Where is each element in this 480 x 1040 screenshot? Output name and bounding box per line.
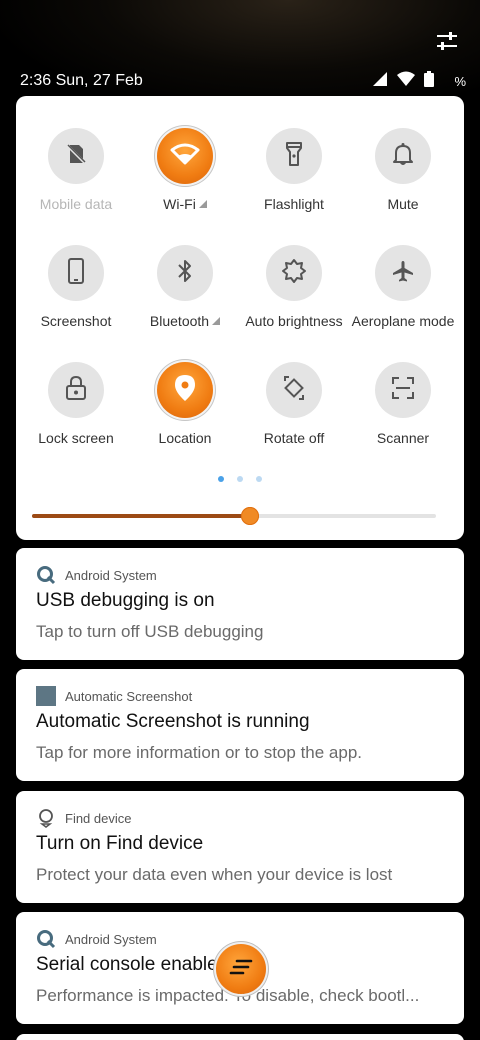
notification-body: Tap to turn off USB debugging [36, 622, 264, 641]
status-time-date: 2:36 Sun, 27 Feb [20, 72, 143, 89]
notification-app-name: Android System [65, 931, 157, 947]
tile-wifi-label: Wi-Fi [163, 196, 196, 212]
tile-rotate-off[interactable]: Rotate off [239, 362, 349, 462]
signal-strength-icon [198, 200, 207, 208]
tile-wifi[interactable]: Wi-Fi [130, 128, 240, 228]
rotate-icon [281, 375, 307, 406]
brightness-slider[interactable] [32, 507, 436, 525]
flashlight-icon [284, 141, 304, 172]
tile-mobile-data-button[interactable] [48, 128, 104, 184]
tile-rotate-off-button[interactable] [266, 362, 322, 418]
notification-next-partial[interactable] [16, 1034, 464, 1040]
tile-bluetooth-button[interactable] [157, 245, 213, 301]
status-icons: % [372, 71, 466, 92]
tile-aeroplane-mode[interactable]: Aeroplane mode [348, 245, 458, 345]
tile-aeroplane-mode-button[interactable] [375, 245, 431, 301]
no-sim-icon [64, 142, 88, 171]
notification-body: Protect your data even when your device … [36, 865, 393, 884]
notification-header: Automatic Screenshot [36, 686, 193, 706]
status-bar: 2:36 Sun, 27 Feb % [0, 68, 480, 94]
wifi-icon [396, 71, 416, 92]
page-indicator [16, 476, 464, 482]
bluetooth-icon [176, 258, 194, 289]
notification-app-name: Find device [65, 810, 132, 826]
notification-title: USB debugging is on [36, 590, 215, 611]
menu-lines-icon [228, 957, 254, 982]
battery-percent: % [454, 74, 466, 89]
notification-find-device[interactable]: Find device Turn on Find device Protect … [16, 791, 464, 903]
brightness-slider-fill [32, 514, 251, 518]
android-system-icon [36, 565, 56, 585]
page-dot-2[interactable] [237, 476, 243, 482]
signal-strength-icon [212, 317, 221, 325]
tile-location[interactable]: Location [130, 362, 240, 462]
notification-header: Find device [36, 808, 132, 828]
airplane-icon [391, 259, 415, 288]
notification-title: Turn on Find device [36, 833, 204, 854]
brightness-slider-thumb[interactable] [241, 507, 260, 525]
brightness-icon [281, 258, 307, 289]
page-dot-1[interactable] [218, 476, 224, 482]
notification-app-name: Android System [65, 567, 157, 583]
notification-usb-debugging[interactable]: Android System USB debugging is on Tap t… [16, 548, 464, 660]
find-device-icon [36, 808, 56, 828]
tile-lock-screen-button[interactable] [48, 362, 104, 418]
tile-screenshot[interactable]: Screenshot [21, 245, 131, 345]
tile-lock-screen[interactable]: Lock screen [21, 362, 131, 462]
tile-mute-button[interactable] [375, 128, 431, 184]
tile-location-button[interactable] [157, 362, 213, 418]
location-pin-icon [174, 374, 196, 407]
tile-mute-label: Mute [387, 196, 419, 212]
tile-scanner-label: Scanner [376, 430, 430, 446]
tile-flashlight[interactable]: Flashlight [239, 128, 349, 228]
battery-icon [424, 71, 435, 92]
tile-mobile-data[interactable]: Mobile data [21, 128, 131, 228]
floating-menu-button[interactable] [216, 944, 266, 994]
lock-icon [65, 375, 87, 406]
android-system-icon [36, 929, 56, 949]
app-square-icon [36, 686, 56, 706]
bell-icon [392, 142, 414, 171]
signal-icon [372, 71, 388, 92]
notification-automatic-screenshot[interactable]: Automatic Screenshot Automatic Screensho… [16, 669, 464, 781]
tile-bluetooth[interactable]: Bluetooth [130, 245, 240, 345]
sliders-icon[interactable] [434, 30, 460, 52]
tile-scanner[interactable]: Scanner [348, 362, 458, 462]
scan-icon [390, 375, 416, 406]
phone-icon [67, 257, 85, 290]
tile-screenshot-button[interactable] [48, 245, 104, 301]
tile-auto-brightness[interactable]: Auto brightness [239, 245, 349, 345]
notification-title: Serial console enabled [36, 954, 229, 975]
notification-body: Tap for more information or to stop the … [36, 743, 363, 762]
tile-auto-brightness-button[interactable] [266, 245, 322, 301]
tile-flashlight-button[interactable] [266, 128, 322, 184]
notification-title: Automatic Screenshot is running [36, 711, 310, 732]
notification-header: Android System [36, 565, 157, 585]
tile-wifi-button[interactable] [157, 128, 213, 184]
notification-app-name: Automatic Screenshot [65, 688, 193, 704]
wifi-icon [170, 143, 200, 170]
page-dot-3[interactable] [256, 476, 262, 482]
quick-settings-panel: Mobile data Wi-Fi Flashlight Mute Screen… [16, 96, 464, 540]
tile-aeroplane-mode-label: Aeroplane mode [351, 313, 455, 329]
tile-bluetooth-label: Bluetooth [149, 313, 210, 329]
notification-header: Android System [36, 929, 157, 949]
tile-scanner-button[interactable] [375, 362, 431, 418]
tile-mute[interactable]: Mute [348, 128, 458, 228]
